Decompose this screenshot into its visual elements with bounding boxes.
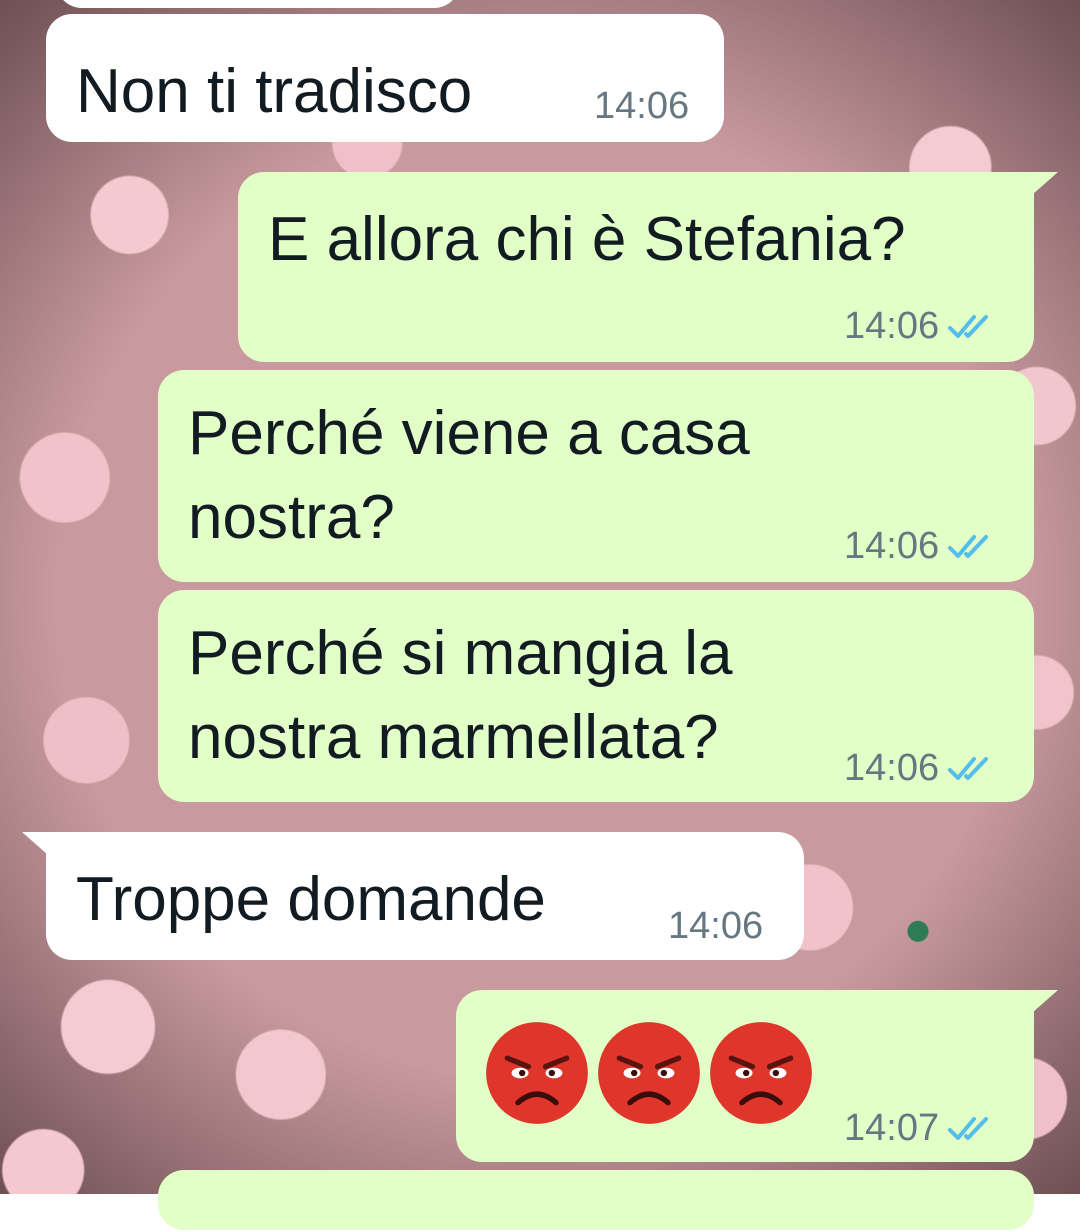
time-label: 14:06	[594, 85, 690, 127]
message-bubble-outgoing[interactable]: E allora chi è Stefania? 14:06	[238, 172, 1034, 362]
emoji-row	[484, 1020, 814, 1126]
message-timestamp: 14:07	[844, 1108, 991, 1148]
message-text: E allora chi è Stefania?	[268, 205, 906, 274]
time-label: 14:06	[668, 905, 764, 947]
message-text-line: nostra?	[188, 483, 395, 552]
message-timestamp: 14:06	[844, 526, 991, 566]
message-text: Non ti tradisco	[76, 57, 473, 126]
message-text-line: Perché viene a casa	[188, 399, 750, 468]
time-label: 14:07	[844, 1107, 940, 1149]
message-bubble-outgoing[interactable]: Perché si mangia la nostra marmellata? 1…	[158, 590, 1034, 802]
bubble-tail	[1024, 172, 1058, 202]
partial-message-bubble[interactable]	[56, 0, 460, 8]
message-bubble-incoming[interactable]: Troppe domande 14:06	[46, 832, 804, 960]
message-text-line: Perché si mangia la	[188, 619, 733, 688]
bubble-tail	[22, 832, 56, 862]
message-timestamp: 14:06	[668, 906, 763, 946]
double-check-icon	[948, 315, 989, 338]
message-bubble-outgoing[interactable]: Perché viene a casa nostra? 14:06	[158, 370, 1034, 582]
message-timestamp: 14:06	[844, 748, 991, 788]
double-check-icon	[948, 1117, 989, 1140]
angry-face-icon	[486, 1022, 588, 1124]
message-bubble-incoming[interactable]: Non ti tradisco 14:06	[46, 14, 724, 142]
angry-face-icon	[598, 1022, 700, 1124]
bubble-tail	[1024, 990, 1058, 1020]
time-label: 14:06	[844, 305, 940, 347]
message-timestamp: 14:06	[594, 86, 689, 126]
partial-message-bubble[interactable]	[158, 1170, 1034, 1230]
message-bubble-outgoing[interactable]: 14:07	[456, 990, 1034, 1162]
double-check-icon	[948, 535, 989, 558]
message-text-line: nostra marmellata?	[188, 703, 719, 772]
time-label: 14:06	[844, 747, 940, 789]
message-timestamp: 14:06	[844, 306, 991, 346]
time-label: 14:06	[844, 525, 940, 567]
angry-face-icon	[710, 1022, 812, 1124]
message-text: Troppe domande	[76, 865, 546, 934]
double-check-icon	[948, 757, 989, 780]
